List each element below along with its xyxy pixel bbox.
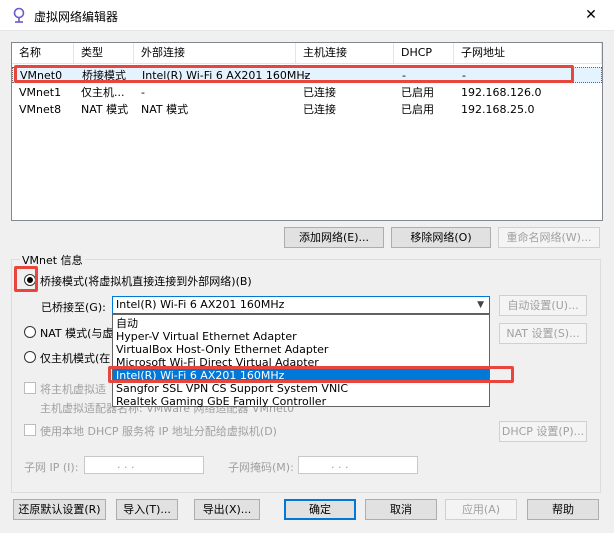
table-cell: 已连接 [303, 86, 336, 99]
subnet-mask-label: 子网掩码(M): [228, 461, 294, 474]
table-cell: NAT 模式 [81, 103, 129, 116]
ip-dots: . . . [117, 458, 135, 471]
connect-host-adapter-checkbox[interactable] [24, 382, 36, 394]
table-cell: - [402, 69, 406, 82]
bridged-mode-radio[interactable] [24, 274, 36, 286]
add-network-button[interactable]: 添加网络(E)... [284, 227, 384, 248]
table-cell: - [141, 86, 145, 99]
close-icon[interactable]: ✕ [568, 0, 614, 30]
rename-network-button[interactable]: 重命名网络(W)... [498, 227, 600, 248]
ok-button[interactable]: 确定 [284, 499, 356, 520]
cancel-button[interactable]: 取消 [365, 499, 437, 520]
table-cell: 已启用 [401, 86, 434, 99]
subnet-mask-input[interactable]: . . . [298, 456, 418, 474]
bridged-to-label: 已桥接至(G): [41, 301, 106, 314]
apply-button[interactable]: 应用(A) [445, 499, 517, 520]
table-cell: - [462, 69, 466, 82]
dhcp-checkbox[interactable] [24, 424, 36, 436]
window-title: 虚拟网络编辑器 [34, 10, 119, 24]
column-header[interactable]: 子网地址 [454, 43, 602, 63]
import-button[interactable]: 导入(T)... [116, 499, 178, 520]
network-table[interactable]: 名称 类型 外部连接 主机连接 DHCP 子网地址 VMnet0 桥接模式 In… [11, 42, 603, 221]
dropdown-option[interactable]: 自动 [113, 317, 489, 330]
nat-mode-radio[interactable] [24, 326, 36, 338]
export-button[interactable]: 导出(X)... [194, 499, 260, 520]
dropdown-option[interactable]: Sangfor SSL VPN CS Support System VNIC [113, 382, 489, 395]
nat-settings-button[interactable]: NAT 设置(S)... [499, 323, 587, 344]
chevron-down-icon[interactable]: ▼ [477, 297, 484, 313]
dropdown-option[interactable]: Microsoft Wi-Fi Direct Virtual Adapter [113, 356, 489, 369]
table-cell: 192.168.25.0 [461, 103, 535, 116]
bridged-adapter-select[interactable]: Intel(R) Wi-Fi 6 AX201 160MHz ▼ [112, 296, 490, 314]
table-cell: Intel(R) Wi-Fi 6 AX201 160MHz [142, 69, 311, 82]
vmnet-info-label: VMnet 信息 [20, 252, 85, 268]
adapter-dropdown-list[interactable]: 自动 Hyper-V Virtual Ethernet Adapter Virt… [112, 314, 490, 408]
table-header: 名称 类型 外部连接 主机连接 DHCP 子网地址 [12, 43, 602, 64]
host-only-label[interactable]: 仅主机模式(在 [40, 350, 110, 366]
dropdown-option-selected[interactable]: Intel(R) Wi-Fi 6 AX201 160MHz [113, 369, 489, 382]
restore-defaults-button[interactable]: 还原默认设置(R) [13, 499, 106, 520]
table-cell: VMnet0 [20, 69, 63, 82]
column-header[interactable]: 类型 [74, 43, 134, 63]
column-header[interactable]: DHCP [394, 43, 454, 63]
subnet-ip-input[interactable]: . . . [84, 456, 204, 474]
table-cell: 已连接 [303, 103, 336, 116]
column-header[interactable]: 外部连接 [134, 43, 296, 63]
bridged-mode-label[interactable]: 桥接模式(将虚拟机直接连接到外部网络)(B) [40, 273, 252, 289]
table-cell: 仅主机... [81, 86, 125, 99]
table-row[interactable]: VMnet1 仅主机... - 已连接 已启用 192.168.126.0 [12, 85, 602, 101]
nat-mode-label[interactable]: NAT 模式(与虚 [40, 325, 113, 341]
subnet-ip-label: 子网 IP (I): [24, 461, 79, 474]
table-cell: VMnet1 [19, 86, 62, 99]
column-header[interactable]: 主机连接 [296, 43, 394, 63]
network-editor-icon [13, 7, 25, 23]
table-cell: VMnet8 [19, 103, 62, 116]
bridged-adapter-value: Intel(R) Wi-Fi 6 AX201 160MHz [116, 298, 285, 311]
table-cell: 已启用 [401, 103, 434, 116]
ip-dots: . . . [331, 458, 349, 471]
table-cell: NAT 模式 [141, 103, 189, 116]
table-cell: - [304, 69, 308, 82]
host-only-radio[interactable] [24, 351, 36, 363]
connect-host-adapter-label[interactable]: 将主机虚拟适 [40, 381, 106, 397]
table-row[interactable]: VMnet0 桥接模式 Intel(R) Wi-Fi 6 AX201 160MH… [12, 67, 602, 83]
table-cell: 桥接模式 [82, 69, 126, 82]
dhcp-label[interactable]: 使用本地 DHCP 服务将 IP 地址分配给虚拟机(D) [40, 423, 277, 439]
table-cell: 192.168.126.0 [461, 86, 542, 99]
dropdown-option[interactable]: Hyper-V Virtual Ethernet Adapter [113, 330, 489, 343]
auto-settings-button[interactable]: 自动设置(U)... [499, 295, 587, 316]
dropdown-option[interactable]: VirtualBox Host-Only Ethernet Adapter [113, 343, 489, 356]
table-row[interactable]: VMnet8 NAT 模式 NAT 模式 已连接 已启用 192.168.25.… [12, 102, 602, 118]
title-bar: 虚拟网络编辑器 ✕ [0, 0, 614, 31]
dhcp-settings-button[interactable]: DHCP 设置(P)... [499, 421, 587, 442]
remove-network-button[interactable]: 移除网络(O) [391, 227, 491, 248]
column-header[interactable]: 名称 [12, 43, 74, 63]
dropdown-option[interactable]: Realtek Gaming GbE Family Controller [113, 395, 489, 408]
help-button[interactable]: 帮助 [527, 499, 599, 520]
